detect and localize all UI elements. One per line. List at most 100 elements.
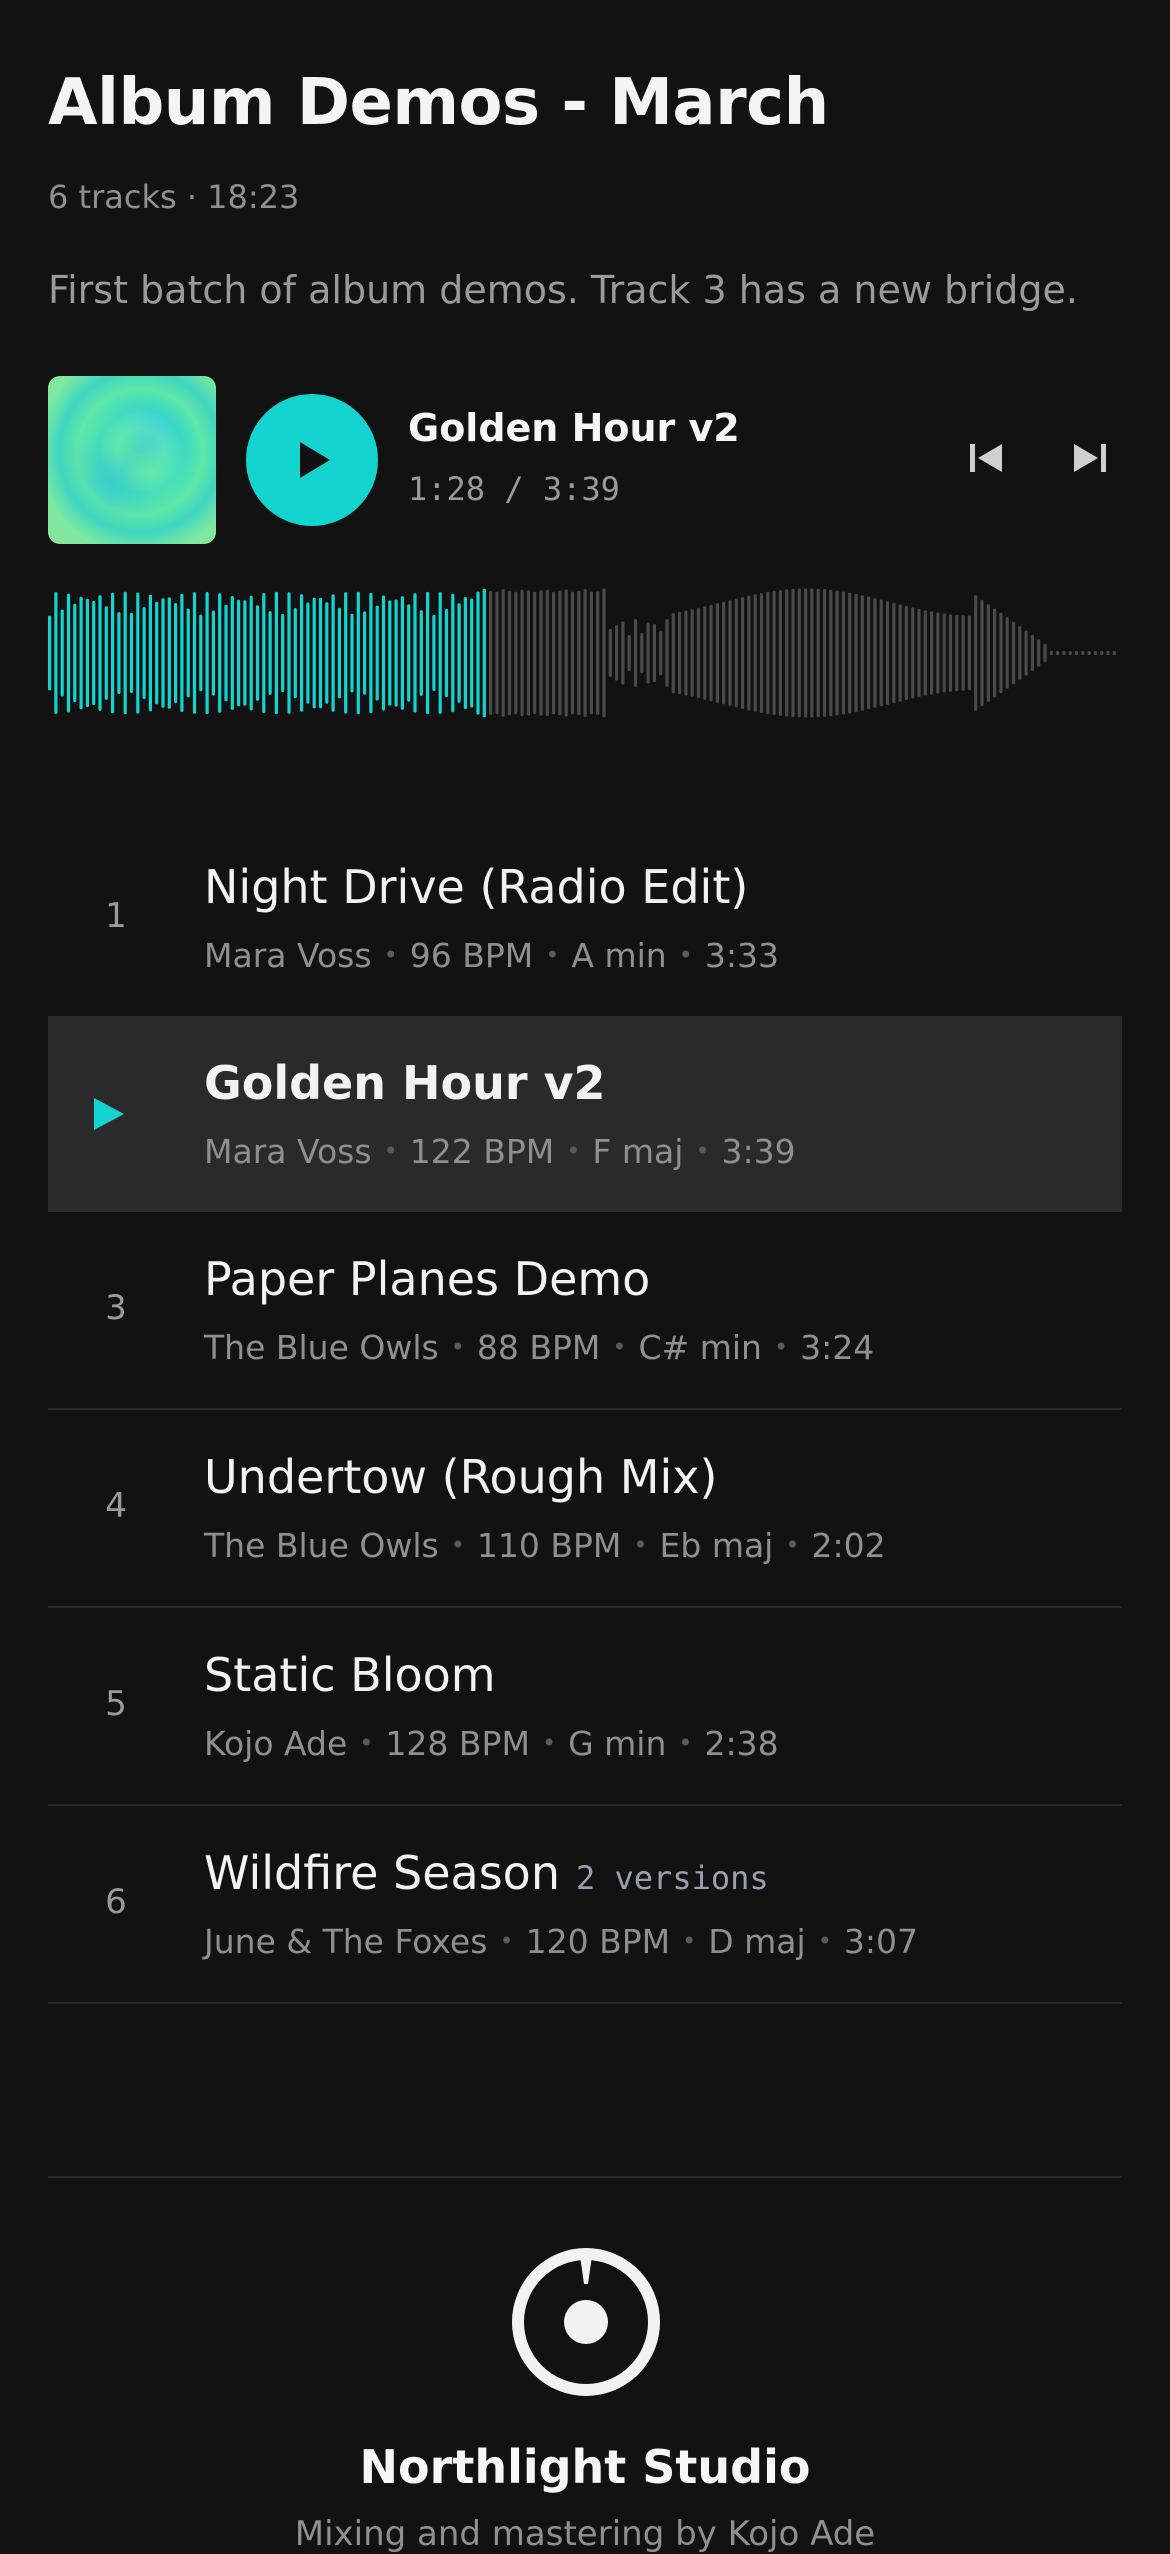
waveform-bar xyxy=(495,591,499,715)
waveform-bar xyxy=(930,611,934,695)
waveform-bar xyxy=(967,615,971,691)
waveform-bar xyxy=(545,589,549,717)
track-row-active[interactable]: Golden Hour v2 Mara Voss • 122 BPM • F maj • 3… xyxy=(48,1016,1122,1212)
waveform-bar xyxy=(552,591,556,715)
waveform-bar xyxy=(293,608,297,699)
waveform-scrubber[interactable] xyxy=(48,580,1122,726)
waveform-bar xyxy=(841,591,845,715)
track-title: Paper Planes Demo xyxy=(204,1252,651,1306)
waveform-bar xyxy=(942,613,946,693)
waveform-bar xyxy=(993,608,997,698)
playlist-meta: 6 tracks · 18:23 xyxy=(48,178,300,216)
waveform-bar xyxy=(961,615,965,691)
waveform-bar xyxy=(911,607,915,699)
waveform-bar xyxy=(791,588,795,718)
waveform-bar xyxy=(249,595,253,711)
skip-previous-icon xyxy=(970,444,1002,472)
track-artist: June & The Foxes xyxy=(204,1922,488,1961)
waveform-bar xyxy=(413,593,417,713)
waveform-bar xyxy=(54,592,58,714)
waveform-bar xyxy=(148,594,152,712)
track-key: D maj xyxy=(708,1922,806,1961)
track-row[interactable]: 3 Paper Planes Demo The Blue Owls • 88 BPM… xyxy=(48,1212,1122,1410)
waveform-bar xyxy=(955,614,959,692)
waveform-bar xyxy=(388,600,392,706)
waveform-bar xyxy=(375,605,379,701)
studio-logo-icon xyxy=(512,2248,660,2396)
track-bpm: 88 BPM xyxy=(476,1328,601,1367)
track-meta: The Blue Owls • 88 BPM • C# min • 3:24 xyxy=(204,1328,875,1367)
waveform-bar xyxy=(589,591,593,715)
waveform-bar xyxy=(155,601,159,705)
track-key: A min xyxy=(571,936,667,975)
waveform-bar xyxy=(98,595,102,711)
waveform-bar xyxy=(274,591,278,715)
waveform-bar xyxy=(306,602,310,704)
waveform-bar xyxy=(369,592,373,714)
waveform-bar xyxy=(85,598,89,707)
waveform-bar xyxy=(804,588,808,718)
track-artist: The Blue Owls xyxy=(204,1328,439,1367)
waveform-bar xyxy=(734,598,738,708)
waveform-bar xyxy=(507,590,512,716)
waveform-bar xyxy=(923,610,927,696)
waveform-bar xyxy=(174,603,178,703)
waveform-bar xyxy=(690,609,694,697)
waveform-bar xyxy=(501,589,505,717)
waveform-bar xyxy=(848,592,852,714)
track-key: C# min xyxy=(638,1328,762,1367)
waveform-bar xyxy=(230,596,234,710)
waveform-bar xyxy=(426,591,430,715)
waveform-bar xyxy=(778,590,782,716)
track-row[interactable]: 6 Wildfire Season 2 versions June & The F… xyxy=(48,1806,1122,2004)
waveform-bar xyxy=(1106,651,1110,656)
track-number: 1 xyxy=(105,896,127,936)
waveform-bar xyxy=(167,597,171,709)
waveform-bar xyxy=(652,623,656,683)
waveform-bar xyxy=(608,628,612,677)
versions-badge[interactable]: 2 versions xyxy=(576,1859,769,1897)
waveform-bar xyxy=(237,599,241,707)
waveform-bar xyxy=(583,589,587,717)
track-number: 4 xyxy=(105,1486,127,1526)
track-artist: Kojo Ade xyxy=(204,1724,348,1763)
skip-next-icon xyxy=(1074,444,1106,472)
waveform-bar xyxy=(451,593,455,713)
track-row[interactable]: 5 Static Bloom Kojo Ade • 128 BPM • G min • 2:… xyxy=(48,1608,1122,1806)
waveform-bar xyxy=(218,593,222,713)
track-title: Night Drive (Radio Edit) xyxy=(204,860,749,914)
waveform-bar xyxy=(1037,639,1041,667)
track-duration: 2:02 xyxy=(811,1526,886,1565)
waveform-bar xyxy=(73,603,77,703)
track-bpm: 122 BPM xyxy=(409,1132,555,1171)
waveform-bar xyxy=(255,605,260,701)
previous-button[interactable] xyxy=(966,438,1006,478)
play-icon xyxy=(300,442,330,478)
track-row[interactable]: 4 Undertow (Rough Mix) The Blue Owls • 110… xyxy=(48,1410,1122,1608)
play-button[interactable] xyxy=(246,394,378,526)
waveform-bar xyxy=(66,593,71,713)
waveform-bar xyxy=(539,590,543,716)
waveform-bar xyxy=(810,588,814,718)
waveform-bar xyxy=(142,607,146,699)
track-bpm: 128 BPM xyxy=(385,1724,530,1763)
waveform-bar xyxy=(1024,630,1028,676)
waveform-bar xyxy=(621,621,625,685)
waveform-bar xyxy=(999,612,1003,694)
track-list: 1 Night Drive (Radio Edit) Mara Voss • 96 … xyxy=(48,820,1122,2004)
waveform-bar xyxy=(728,600,732,706)
waveform-bar xyxy=(709,604,713,702)
waveform-bar xyxy=(936,612,940,694)
track-title: Static Bloom xyxy=(204,1648,496,1702)
waveform-bar xyxy=(986,604,990,702)
waveform-bar xyxy=(980,599,984,707)
track-duration: 2:38 xyxy=(704,1724,779,1763)
track-title: Wildfire Season xyxy=(204,1846,560,1900)
waveform-bar xyxy=(785,589,789,717)
waveform-bar xyxy=(1030,634,1034,672)
track-row[interactable]: 1 Night Drive (Radio Edit) Mara Voss • 96 … xyxy=(48,820,1122,1016)
track-artist: Mara Voss xyxy=(204,936,372,975)
waveform-bar xyxy=(205,591,209,715)
next-button[interactable] xyxy=(1070,438,1110,478)
waveform-bar xyxy=(816,588,820,718)
